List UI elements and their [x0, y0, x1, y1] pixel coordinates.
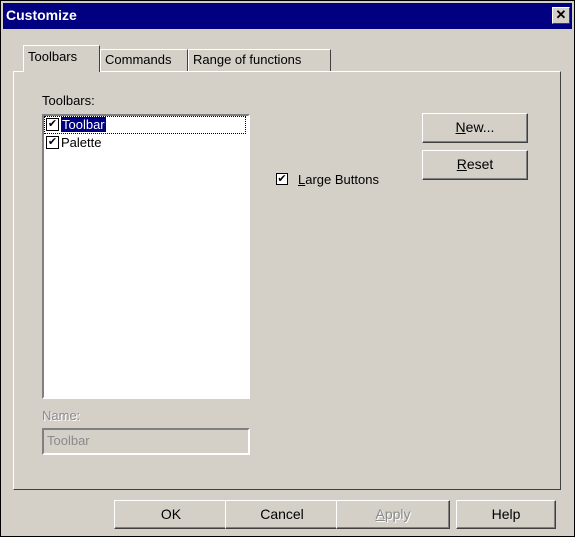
ok-button[interactable]: OK [114, 500, 228, 529]
apply-accel: A [375, 506, 385, 522]
title-bar: Customize ✕ [3, 3, 572, 29]
tab-commands-label: Commands [105, 52, 172, 67]
ok-label: OK [160, 506, 182, 522]
name-field: Toolbar [42, 428, 250, 455]
reset-label: eset [466, 156, 494, 172]
tab-toolbars[interactable]: Toolbars [23, 45, 100, 72]
toolbars-label: Toolbars: [42, 93, 95, 108]
help-button[interactable]: Help [456, 500, 556, 529]
tab-commands[interactable]: Commands [100, 49, 188, 71]
cancel-label: Cancel [260, 506, 304, 522]
reset-accel: R [456, 156, 467, 172]
cancel-button[interactable]: Cancel [225, 500, 339, 529]
name-field-value: Toolbar [47, 433, 90, 448]
close-button[interactable]: ✕ [552, 7, 570, 24]
palette-checkbox[interactable]: ✔ [46, 136, 59, 150]
tab-range-label: Range of functions [193, 52, 302, 67]
large-buttons-label[interactable]: Large Buttons [298, 172, 379, 187]
toolbar-checkbox[interactable]: ✔ [46, 118, 59, 132]
list-item-palette[interactable]: ✔ Palette [44, 134, 248, 152]
apply-button: Apply [336, 500, 450, 529]
new-accel: N [455, 119, 466, 135]
large-buttons-text: arge Buttons [305, 172, 379, 187]
list-item-label: Palette [61, 135, 102, 150]
new-label: ew... [465, 119, 495, 135]
name-label: Name: [42, 408, 81, 423]
check-icon: ✔ [47, 118, 58, 131]
list-item-toolbar[interactable]: ✔ Toolbar [44, 116, 246, 134]
tab-toolbars-label: Toolbars [28, 49, 78, 64]
toolbars-list[interactable]: ✔ Toolbar ✔ Palette [42, 114, 250, 399]
list-item-label: Toolbar [61, 117, 106, 132]
reset-button[interactable]: Reset [422, 150, 528, 180]
check-icon: ✔ [277, 173, 287, 185]
check-icon: ✔ [47, 136, 58, 149]
close-icon: ✕ [555, 7, 567, 22]
customize-dialog: Customize ✕ Toolbars Commands Range of f… [0, 0, 575, 537]
tab-range-of-functions[interactable]: Range of functions [188, 49, 331, 71]
large-buttons-checkbox[interactable]: ✔ [276, 173, 288, 185]
window-title: Customize [6, 7, 77, 23]
new-button[interactable]: New... [422, 113, 528, 143]
apply-label: pply [384, 506, 411, 522]
help-label: Help [491, 506, 521, 522]
